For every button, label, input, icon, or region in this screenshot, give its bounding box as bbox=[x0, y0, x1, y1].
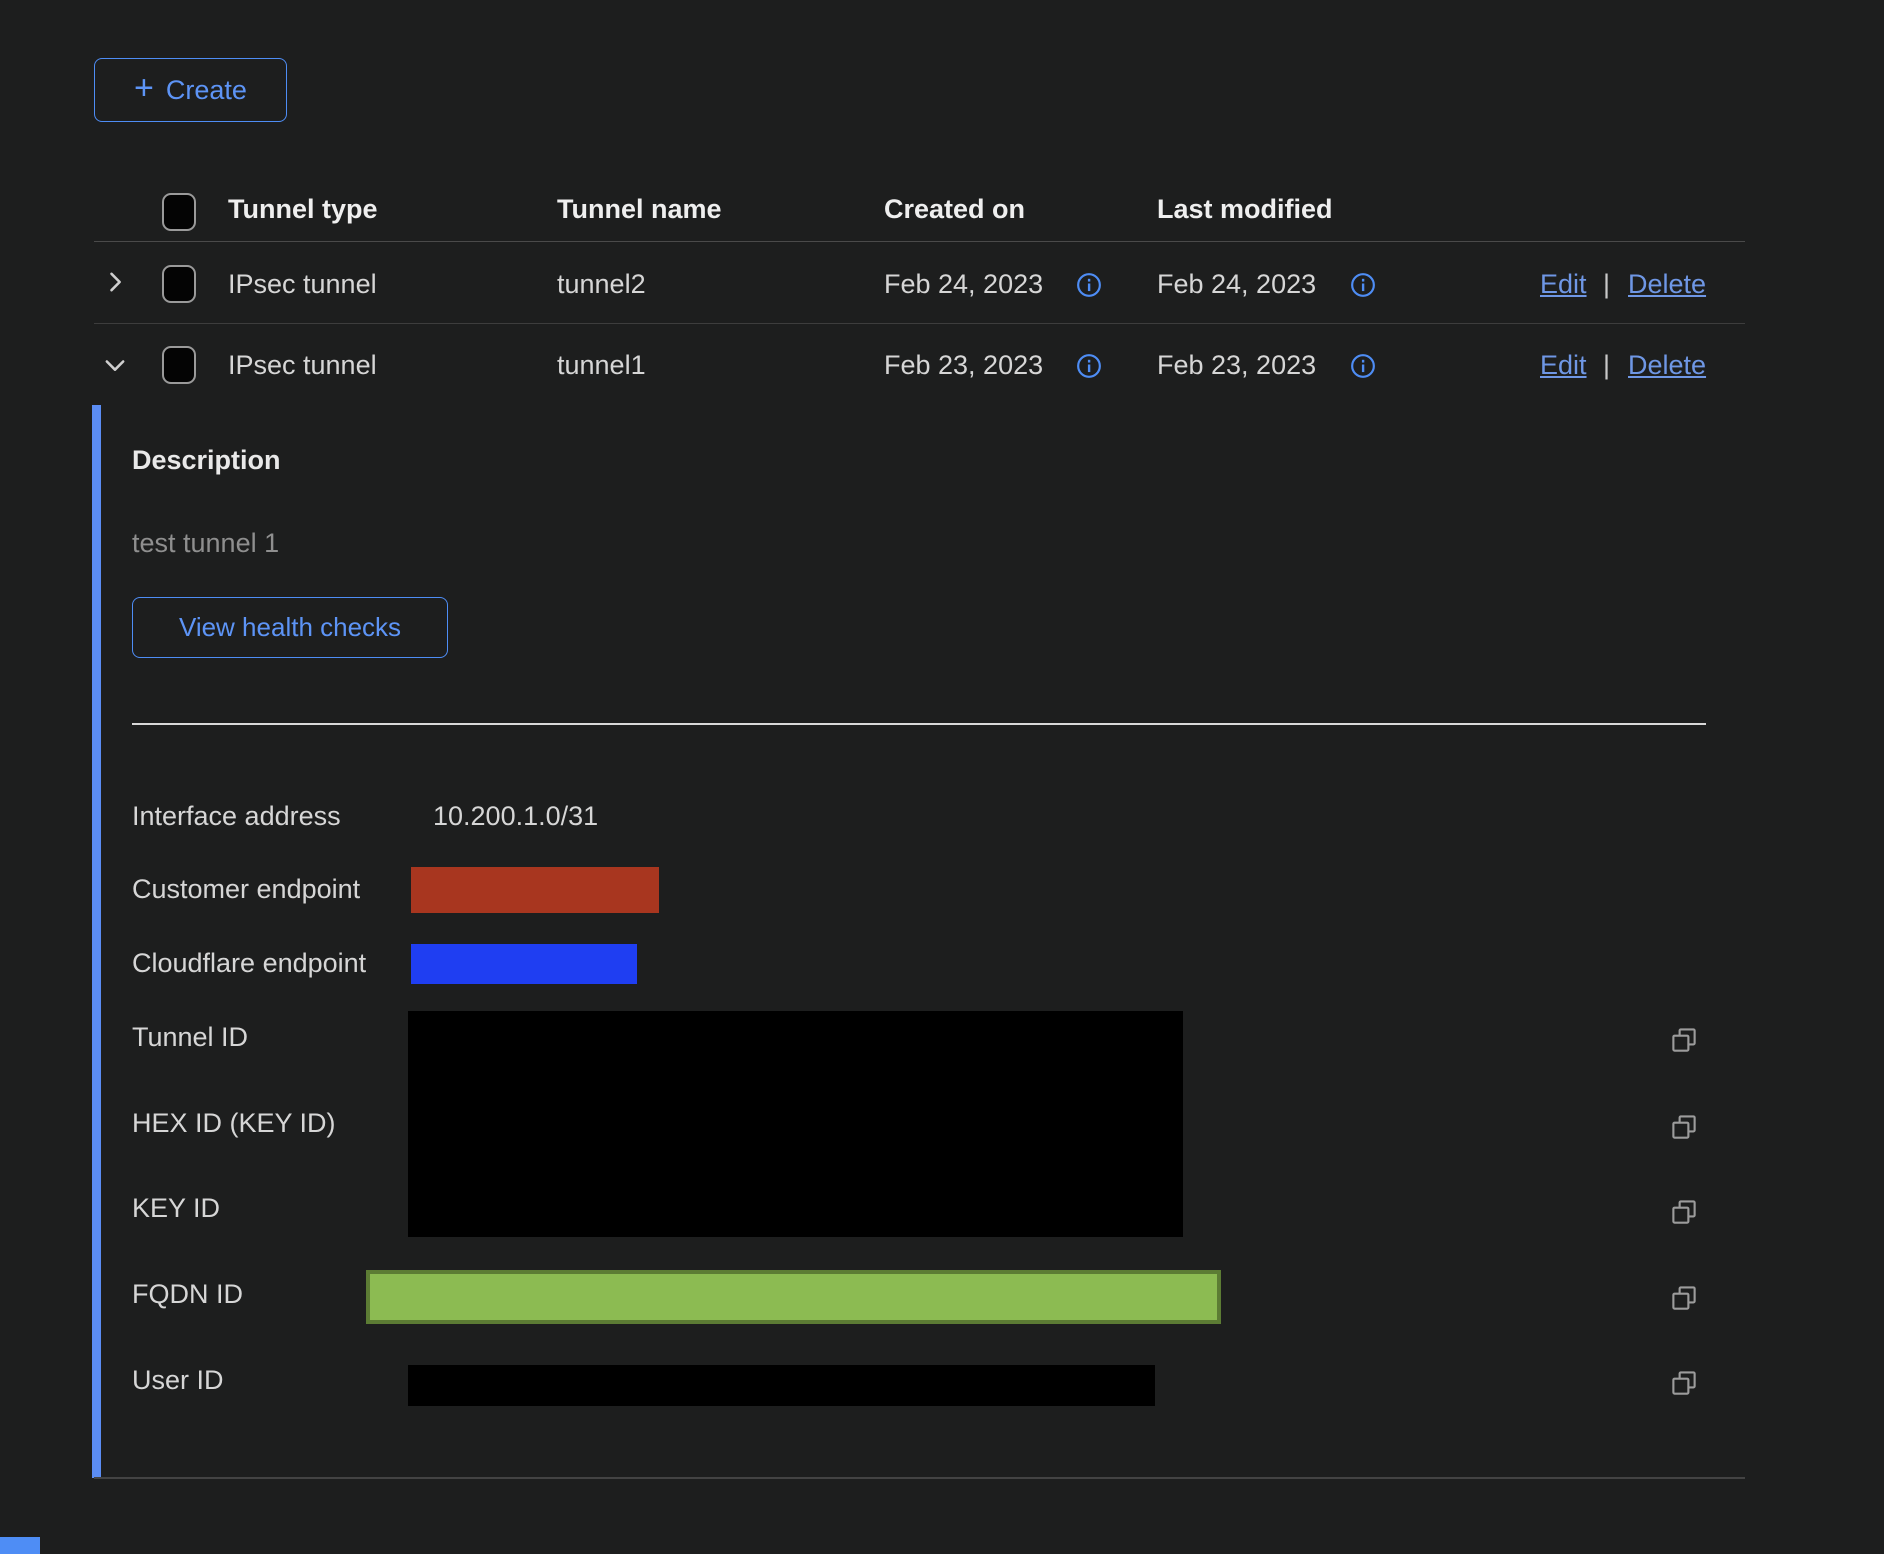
edit-link[interactable]: Edit bbox=[1540, 350, 1587, 380]
tunnel-name-cell: tunnel2 bbox=[557, 269, 646, 299]
customer-endpoint-label: Customer endpoint bbox=[132, 874, 360, 904]
copy-icon bbox=[1669, 1368, 1699, 1398]
user-id-label: User ID bbox=[132, 1365, 224, 1395]
info-icon[interactable] bbox=[1350, 272, 1376, 303]
cloudflare-endpoint-label: Cloudflare endpoint bbox=[132, 948, 366, 978]
action-separator: | bbox=[1603, 350, 1610, 380]
hex-id-label: HEX ID (KEY ID) bbox=[132, 1108, 336, 1138]
key-id-label: KEY ID bbox=[132, 1193, 220, 1223]
tunnel-id-label: Tunnel ID bbox=[132, 1022, 248, 1052]
edit-link[interactable]: Edit bbox=[1540, 269, 1587, 299]
description-label: Description bbox=[132, 445, 281, 475]
user-id-redacted-value bbox=[408, 1365, 1155, 1406]
create-button[interactable]: + Create bbox=[94, 58, 287, 122]
chevron-down-icon bbox=[101, 351, 129, 379]
customer-endpoint-redacted-value bbox=[411, 867, 659, 913]
copy-icon bbox=[1669, 1025, 1699, 1055]
expand-row-button[interactable] bbox=[101, 268, 129, 301]
action-separator: | bbox=[1603, 269, 1610, 299]
collapse-row-button[interactable] bbox=[101, 351, 129, 384]
delete-link[interactable]: Delete bbox=[1628, 269, 1706, 299]
expanded-row-indicator-bar bbox=[92, 405, 101, 1478]
header-divider bbox=[94, 241, 1745, 242]
info-icon[interactable] bbox=[1076, 272, 1102, 303]
tunnel-type-cell: IPsec tunnel bbox=[228, 350, 377, 380]
row-divider bbox=[94, 323, 1745, 324]
tunnel-name-cell: tunnel1 bbox=[557, 350, 646, 380]
created-on-cell: Feb 24, 2023 bbox=[884, 269, 1043, 299]
column-header-last-modified: Last modified bbox=[1157, 194, 1333, 224]
chevron-right-icon bbox=[101, 268, 129, 296]
column-header-created-on: Created on bbox=[884, 194, 1025, 224]
copy-icon bbox=[1669, 1112, 1699, 1142]
column-header-tunnel-type: Tunnel type bbox=[228, 194, 378, 224]
view-health-checks-button[interactable]: View health checks bbox=[132, 597, 448, 658]
tunnel-type-cell: IPsec tunnel bbox=[228, 269, 377, 299]
table-bottom-divider bbox=[94, 1477, 1745, 1479]
last-modified-cell: Feb 24, 2023 bbox=[1157, 269, 1316, 299]
copy-icon bbox=[1669, 1197, 1699, 1227]
fqdn-id-label: FQDN ID bbox=[132, 1279, 243, 1309]
interface-address-label: Interface address bbox=[132, 801, 341, 831]
last-modified-cell: Feb 23, 2023 bbox=[1157, 350, 1316, 380]
row-checkbox[interactable] bbox=[162, 265, 196, 303]
ipsec-tunnels-page: + Create Tunnel type Tunnel name Created… bbox=[0, 0, 1884, 1554]
cloudflare-endpoint-redacted-value bbox=[411, 944, 637, 984]
row-checkbox[interactable] bbox=[162, 346, 196, 384]
plus-icon: + bbox=[134, 73, 154, 103]
section-divider bbox=[132, 723, 1706, 725]
description-text: test tunnel 1 bbox=[132, 528, 279, 558]
offscreen-blue-element bbox=[0, 1537, 40, 1554]
created-on-cell: Feb 23, 2023 bbox=[884, 350, 1043, 380]
interface-address-value: 10.200.1.0/31 bbox=[433, 801, 598, 831]
delete-link[interactable]: Delete bbox=[1628, 350, 1706, 380]
fqdn-id-redacted-value bbox=[366, 1270, 1221, 1324]
copy-key-id-button[interactable] bbox=[1669, 1197, 1699, 1232]
info-icon[interactable] bbox=[1076, 353, 1102, 384]
copy-icon bbox=[1669, 1283, 1699, 1313]
copy-hex-id-button[interactable] bbox=[1669, 1112, 1699, 1147]
copy-tunnel-id-button[interactable] bbox=[1669, 1025, 1699, 1060]
copy-user-id-button[interactable] bbox=[1669, 1368, 1699, 1403]
create-button-label: Create bbox=[166, 75, 247, 106]
select-all-checkbox[interactable] bbox=[162, 193, 196, 231]
info-icon[interactable] bbox=[1350, 353, 1376, 384]
copy-fqdn-id-button[interactable] bbox=[1669, 1283, 1699, 1318]
view-health-checks-label: View health checks bbox=[179, 612, 401, 643]
ids-redacted-block bbox=[408, 1011, 1183, 1237]
column-header-tunnel-name: Tunnel name bbox=[557, 194, 722, 224]
